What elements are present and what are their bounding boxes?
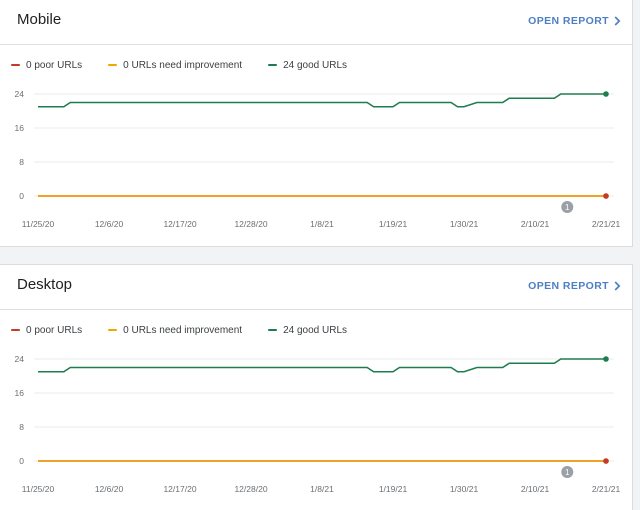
legend-swatch-good [268,329,278,331]
x-tick-label: 2/21/21 [592,484,621,494]
x-tick-label: 11/25/20 [22,484,55,494]
card-header: Mobile OPEN REPORT [0,0,632,45]
legend-label-needs-improvement: 0 URLs need improvement [123,324,243,336]
x-tick-label: 1/30/21 [450,484,479,494]
legend-item-poor[interactable]: 0 poor URLs [11,325,82,336]
legend-item-needs-improvement[interactable]: 0 URLs need improvement [108,60,242,71]
x-tick-label: 12/28/20 [234,219,267,229]
x-tick-label: 12/6/20 [95,219,124,229]
chart-legend: 0 poor URLs 0 URLs need improvement 24 g… [11,58,373,72]
x-tick-label: 12/6/20 [95,484,124,494]
y-tick-label: 24 [15,354,25,364]
y-tick-label: 8 [19,422,24,432]
annotation-marker[interactable]: 1 [561,201,574,213]
legend-label-needs-improvement: 0 URLs need improvement [123,59,243,71]
x-tick-label: 1/8/21 [310,219,334,229]
series-end-point [603,356,609,362]
open-report-button[interactable]: OPEN REPORT [528,280,621,292]
open-report-label: OPEN REPORT [528,280,609,292]
legend-label-good: 24 good URLs [283,59,348,71]
legend-item-good[interactable]: 24 good URLs [268,60,347,71]
x-tick-label: 11/25/20 [22,219,55,229]
x-tick-label: 12/28/20 [234,484,267,494]
series-end-point [603,193,609,199]
desktop-urls-chart[interactable]: 0 8 16 24 11/25/20 12/6/20 12/17/20 12/28/20 1/8… [0,345,632,505]
open-report-label: OPEN REPORT [528,15,609,27]
series-end-point [603,458,609,464]
x-tick-label: 2/21/21 [592,219,621,229]
card-title: Mobile [17,11,62,28]
y-tick-label: 8 [19,157,24,167]
chevron-right-icon [614,16,621,26]
chevron-right-icon [614,281,621,291]
x-tick-label: 2/10/21 [521,219,550,229]
x-tick-label: 1/8/21 [310,484,334,494]
x-tick-label: 1/30/21 [450,219,479,229]
card-header: Desktop OPEN REPORT [0,265,632,310]
mobile-card: Mobile OPEN REPORT 0 poor URLs 0 URLs ne… [0,0,633,247]
legend-item-poor[interactable]: 0 poor URLs [11,60,82,71]
legend-swatch-poor [11,64,20,66]
x-tick-label: 1/19/21 [379,219,408,229]
series-line [38,93,606,108]
y-tick-label: 16 [15,388,25,398]
legend-swatch-needs-improvement [108,329,118,331]
open-report-button[interactable]: OPEN REPORT [528,15,621,27]
y-tick-label: 24 [15,89,25,99]
annotation-label: 1 [565,203,570,212]
legend-item-needs-improvement[interactable]: 0 URLs need improvement [108,325,242,336]
y-tick-label: 0 [19,191,24,201]
annotation-label: 1 [565,468,570,477]
legend-label-poor: 0 poor URLs [26,59,83,71]
x-tick-label: 12/17/20 [163,219,196,229]
mobile-urls-chart[interactable]: 0 8 16 24 11/25/20 12/6/20 12/17/20 12/28/20 1/8… [0,80,632,240]
x-tick-label: 1/19/21 [379,484,408,494]
series-line [38,358,606,373]
chart-legend: 0 poor URLs 0 URLs need improvement 24 g… [11,323,373,337]
x-tick-label: 12/17/20 [163,484,196,494]
legend-item-good[interactable]: 24 good URLs [268,325,347,336]
legend-label-poor: 0 poor URLs [26,324,83,336]
legend-label-good: 24 good URLs [283,324,348,336]
desktop-card: Desktop OPEN REPORT 0 poor URLs 0 URLs n… [0,264,633,510]
legend-swatch-needs-improvement [108,64,118,66]
series-end-point [603,91,609,97]
y-tick-label: 16 [15,123,25,133]
legend-swatch-good [268,64,278,66]
card-title: Desktop [17,276,73,293]
x-tick-label: 2/10/21 [521,484,550,494]
annotation-marker[interactable]: 1 [561,466,574,478]
legend-swatch-poor [11,329,20,331]
y-tick-label: 0 [19,456,24,466]
